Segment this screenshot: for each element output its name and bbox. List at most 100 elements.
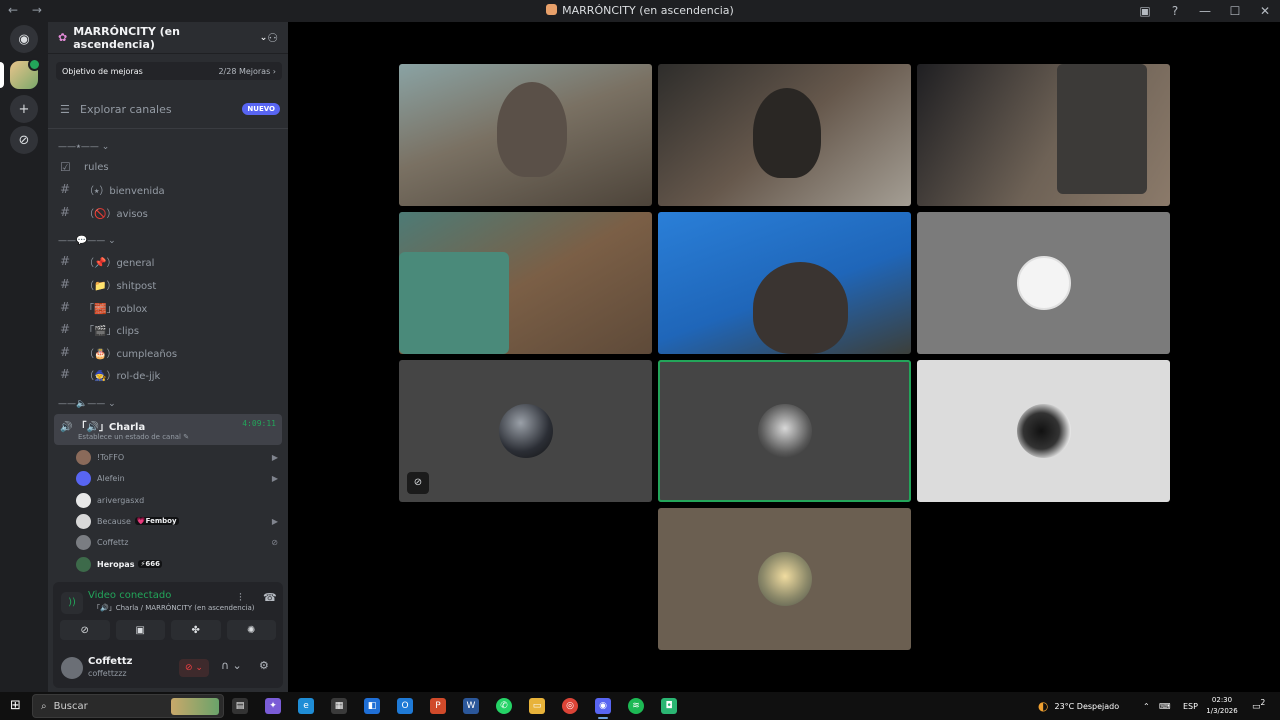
user-panel: Coffettz coffettzzz ⊘ ⌄ ∩ ⌄ ⚙ [53, 648, 283, 688]
avatar-tile[interactable] [658, 508, 911, 650]
boost-goal-label: Objetivo de mejoras [62, 66, 143, 76]
gear-icon[interactable]: ⚙ [259, 659, 269, 672]
channel-label: rules [84, 161, 109, 173]
channel-rules[interactable]: ☑ rules [56, 157, 280, 177]
help-icon[interactable]: ? [1160, 4, 1190, 18]
channel-label: 「🧱」roblox [84, 303, 148, 315]
avatar-tile[interactable] [917, 360, 1170, 502]
camera-toggle-button[interactable]: ⊘ [60, 620, 110, 640]
channel-rol-de-jjk[interactable]: # （🧙）rol-de-jjk [56, 364, 280, 384]
mic-off-icon: ⊘ [407, 472, 429, 494]
username[interactable]: Coffettz [88, 656, 132, 667]
channel-label: 「🎬」clips [84, 325, 140, 337]
mic-off-icon: ⊘ [271, 537, 278, 547]
category-header[interactable]: ——⭑—— ⌄ [58, 142, 109, 156]
noise-suppression-icon[interactable]: ⫶ [239, 591, 242, 605]
edge-icon[interactable]: e [298, 698, 314, 714]
window-title-text: MARRÓNCITY (en ascendencia) [562, 4, 734, 17]
activities-button[interactable]: ✤ [171, 620, 221, 640]
participant-video [1057, 64, 1147, 194]
taskbar-search[interactable]: ⌕ Buscar [32, 694, 224, 718]
spotify-icon[interactable]: ≋ [628, 698, 644, 714]
explore-channels[interactable]: ☰ Explorar canales NUEVO [56, 98, 280, 120]
notifications-icon[interactable]: ▭2 [1252, 698, 1265, 712]
voice-user[interactable]: Because 💗Femboy ▶ [76, 512, 278, 530]
chrome-icon[interactable]: ◎ [562, 698, 578, 714]
maximize-button[interactable]: ☐ [1220, 4, 1250, 18]
screen-share-icon: ▣ [135, 624, 145, 636]
copilot-icon[interactable]: ✦ [265, 698, 281, 714]
voice-user-name: !ToFFO [97, 452, 125, 462]
invite-people-icon[interactable]: ⚇ [267, 31, 278, 45]
connection-location[interactable]: 「🔊」Charla / MARRÓNCITY (en ascendencia) [93, 603, 255, 613]
clock[interactable]: 02:30 1/3/2026 [1200, 695, 1244, 717]
speaker-icon: 🔊 [60, 422, 73, 433]
search-highlight-image [171, 698, 219, 715]
voice-user[interactable]: !ToFFO ▶ [76, 448, 278, 466]
video-tile[interactable] [399, 212, 652, 354]
window-title: MARRÓNCITY (en ascendencia) [0, 4, 1280, 17]
channel-shitpost[interactable]: # （📁）shitpost [56, 274, 280, 294]
inbox-icon[interactable]: ▣ [1130, 4, 1160, 18]
hidden-icons-chevron-icon[interactable]: ⌃ [1143, 692, 1150, 720]
add-server-icon[interactable]: + [10, 95, 38, 123]
category-header[interactable]: ——💬—— ⌄ [58, 236, 116, 250]
outlook-icon[interactable]: O [397, 698, 413, 714]
whatsapp-icon[interactable]: ✆ [496, 698, 512, 714]
file-explorer-icon[interactable]: ▭ [529, 698, 545, 714]
signal-icon[interactable]: )) [61, 592, 83, 614]
discover-icon[interactable]: ⊘ [10, 126, 38, 154]
boost-goal-bar[interactable]: Objetivo de mejoras 2/28 Mejoras › [56, 62, 282, 80]
channel-cumpleanos[interactable]: # （🎂）cumpleaños [56, 342, 280, 362]
avatar-tile[interactable] [658, 360, 911, 502]
camera-icon: ▶ [271, 516, 278, 526]
category-header[interactable]: ——🔈—— ⌄ [58, 399, 116, 413]
channel-clips[interactable]: # 「🎬」clips [56, 319, 280, 339]
minimize-button[interactable]: — [1190, 4, 1220, 18]
voice-user[interactable]: arivergasxd [76, 491, 276, 509]
store-icon[interactable]: ▦ [331, 698, 347, 714]
avatar-tile[interactable]: ⊘ [399, 360, 652, 502]
language-indicator[interactable]: ESP [1183, 692, 1198, 720]
planner-icon[interactable]: ◧ [364, 698, 380, 714]
server-header[interactable]: ✿ MARRÓNCITY (en ascendencia) ⌄ ⚇ [48, 22, 288, 54]
voice-user[interactable]: Alefein ▶ [76, 469, 278, 487]
avatar [76, 470, 91, 486]
channel-label: （📌）general [84, 257, 155, 269]
video-tile[interactable] [399, 64, 652, 206]
keyboard-icon[interactable]: ⌨ [1159, 692, 1171, 720]
channel-avisos[interactable]: # （🚫）avisos [56, 202, 280, 222]
close-button[interactable]: ✕ [1250, 4, 1280, 18]
channel-bienvenida[interactable]: # （⭑）bienvenida [56, 179, 280, 199]
avatar [76, 513, 91, 529]
avatar-tile[interactable] [917, 212, 1170, 354]
video-tile[interactable] [917, 64, 1170, 206]
voice-user[interactable]: Heropas ⚡666 [76, 555, 276, 573]
app-icon[interactable]: ◘ [661, 698, 677, 714]
channel-general[interactable]: # （📌）general [56, 251, 280, 271]
voice-user[interactable]: Coffettz ⊘ [76, 533, 278, 551]
voice-channel-charla[interactable]: 🔊 「🔊」Charla 4:09:11 Establece un estado d… [54, 414, 282, 445]
video-tile[interactable] [658, 64, 911, 206]
discord-taskbar-icon[interactable]: ◉ [595, 698, 611, 719]
channel-roblox[interactable]: # 「🧱」roblox [56, 297, 280, 317]
channel-status[interactable]: Establece un estado de canal ✎ [78, 433, 189, 441]
avatar[interactable] [61, 657, 83, 679]
new-badge: NUEVO [242, 103, 280, 115]
task-view-icon[interactable]: ▤ [232, 698, 248, 714]
mic-muted-button[interactable]: ⊘ ⌄ [179, 659, 209, 677]
powerpoint-icon[interactable]: P [430, 698, 446, 714]
video-tile[interactable] [658, 212, 911, 354]
soundboard-button[interactable]: ✺ [226, 620, 276, 640]
headphones-icon[interactable]: ∩ ⌄ [221, 659, 242, 672]
avatar [76, 492, 91, 508]
discord-home-icon[interactable]: ◉ [10, 25, 38, 53]
disconnect-icon[interactable]: ☎ [263, 591, 277, 604]
windows-start-icon[interactable]: ⊞ [10, 698, 21, 713]
screen-share-button[interactable]: ▣ [115, 620, 165, 640]
server-marroncity-icon[interactable] [10, 58, 41, 89]
connection-status[interactable]: Video conectado [88, 590, 171, 601]
video-grid: ⊘ [288, 22, 1280, 692]
weather-widget[interactable]: ◐ 23°C Despejado [1038, 692, 1119, 720]
word-icon[interactable]: W [463, 698, 479, 714]
